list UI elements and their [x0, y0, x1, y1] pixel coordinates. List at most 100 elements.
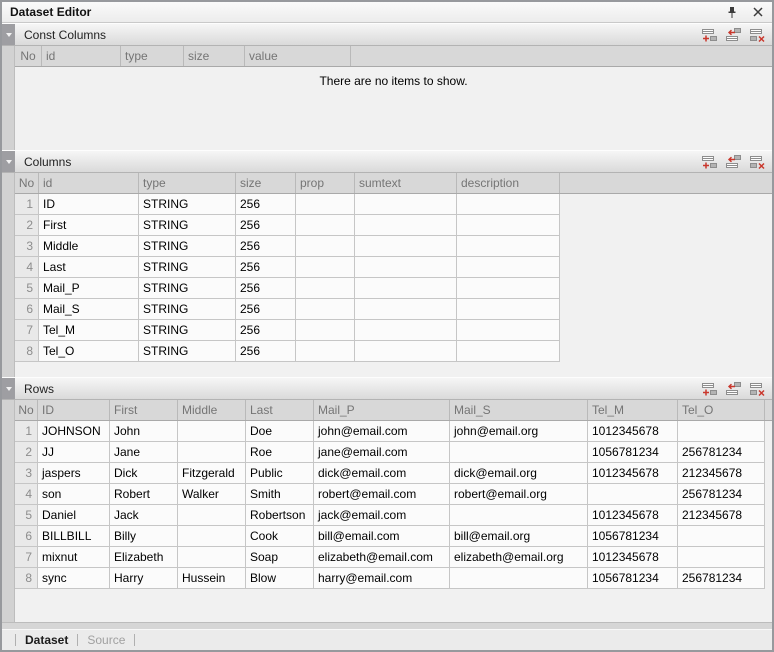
table-cell[interactable]: jaspers — [38, 463, 110, 483]
table-cell[interactable]: dick@email.com — [314, 463, 450, 483]
table-cell[interactable]: Hussein — [178, 568, 246, 588]
table-cell[interactable]: robert@email.com — [314, 484, 450, 504]
row-number-cell[interactable]: 1 — [15, 421, 38, 441]
row-number-cell[interactable]: 2 — [15, 442, 38, 462]
table-cell[interactable]: STRING — [139, 320, 236, 340]
table-cell[interactable]: elizabeth@email.com — [314, 547, 450, 567]
insert-item-icon[interactable] — [724, 26, 743, 43]
table-cell[interactable]: robert@email.org — [450, 484, 588, 504]
table-cell[interactable]: First — [39, 215, 139, 235]
table-cell[interactable] — [296, 257, 355, 277]
table-cell[interactable]: 212345678 — [678, 505, 765, 525]
table-cell[interactable]: Tel_O — [39, 341, 139, 361]
table-cell[interactable] — [457, 341, 560, 361]
column-header[interactable]: description — [457, 173, 560, 193]
table-cell[interactable] — [178, 442, 246, 462]
table-cell[interactable]: Robertson — [246, 505, 314, 525]
collapse-section-icon[interactable] — [2, 24, 15, 45]
table-cell[interactable]: John — [110, 421, 178, 441]
table-cell[interactable] — [296, 299, 355, 319]
table-cell[interactable]: son — [38, 484, 110, 504]
table-row[interactable]: 3MiddleSTRING256 — [15, 236, 560, 257]
table-cell[interactable]: 256781234 — [678, 442, 765, 462]
row-number-cell[interactable]: 5 — [15, 505, 38, 525]
table-row[interactable]: 5DanielJackRobertsonjack@email.com101234… — [15, 505, 765, 526]
column-header[interactable]: No — [15, 173, 39, 193]
table-row[interactable]: 4LastSTRING256 — [15, 257, 560, 278]
table-cell[interactable]: 1056781234 — [588, 526, 678, 546]
table-cell[interactable]: 256 — [236, 299, 296, 319]
table-cell[interactable] — [450, 505, 588, 525]
table-cell[interactable]: bill@email.com — [314, 526, 450, 546]
table-cell[interactable] — [450, 442, 588, 462]
table-cell[interactable]: Jack — [110, 505, 178, 525]
delete-item-icon[interactable] — [748, 153, 767, 170]
table-cell[interactable]: Tel_M — [39, 320, 139, 340]
column-header[interactable]: id — [42, 46, 121, 66]
tab-source[interactable]: Source — [87, 633, 125, 647]
add-item-icon[interactable] — [700, 26, 719, 43]
column-header[interactable]: Mail_P — [314, 400, 450, 420]
table-cell[interactable]: 212345678 — [678, 463, 765, 483]
table-cell[interactable]: 1056781234 — [588, 568, 678, 588]
column-header[interactable]: Tel_O — [678, 400, 765, 420]
column-header[interactable]: value — [245, 46, 351, 66]
table-row[interactable]: 8Tel_OSTRING256 — [15, 341, 560, 362]
table-cell[interactable]: Blow — [246, 568, 314, 588]
row-number-cell[interactable]: 1 — [15, 194, 39, 214]
table-cell[interactable]: Jane — [110, 442, 178, 462]
table-cell[interactable]: 256 — [236, 320, 296, 340]
table-cell[interactable]: STRING — [139, 194, 236, 214]
table-cell[interactable]: Walker — [178, 484, 246, 504]
add-item-icon[interactable] — [700, 380, 719, 397]
row-number-cell[interactable]: 2 — [15, 215, 39, 235]
table-cell[interactable]: mixnut — [38, 547, 110, 567]
row-number-cell[interactable]: 3 — [15, 463, 38, 483]
collapse-section-icon[interactable] — [2, 151, 15, 172]
table-cell[interactable] — [355, 341, 457, 361]
table-cell[interactable]: Last — [39, 257, 139, 277]
close-icon[interactable] — [750, 4, 766, 20]
table-cell[interactable] — [355, 299, 457, 319]
table-row[interactable]: 2FirstSTRING256 — [15, 215, 560, 236]
table-cell[interactable]: Fitzgerald — [178, 463, 246, 483]
row-number-cell[interactable]: 8 — [15, 568, 38, 588]
table-row[interactable]: 2JJJaneRoejane@email.com1056781234256781… — [15, 442, 765, 463]
delete-item-icon[interactable] — [748, 380, 767, 397]
table-cell[interactable]: john@email.org — [450, 421, 588, 441]
insert-item-icon[interactable] — [724, 380, 743, 397]
column-header[interactable]: Mail_S — [450, 400, 588, 420]
column-header[interactable]: id — [39, 173, 139, 193]
table-cell[interactable]: Middle — [39, 236, 139, 256]
table-cell[interactable] — [457, 236, 560, 256]
table-cell[interactable]: JOHNSON — [38, 421, 110, 441]
table-cell[interactable]: ID — [39, 194, 139, 214]
table-cell[interactable] — [296, 320, 355, 340]
table-cell[interactable] — [355, 215, 457, 235]
table-cell[interactable]: STRING — [139, 215, 236, 235]
table-cell[interactable]: sync — [38, 568, 110, 588]
table-cell[interactable] — [678, 421, 765, 441]
table-cell[interactable]: STRING — [139, 299, 236, 319]
table-cell[interactable]: 256 — [236, 341, 296, 361]
table-cell[interactable] — [355, 257, 457, 277]
table-cell[interactable]: 256 — [236, 257, 296, 277]
row-number-cell[interactable]: 7 — [15, 547, 38, 567]
collapse-section-icon[interactable] — [2, 378, 15, 399]
table-cell[interactable] — [588, 484, 678, 504]
table-cell[interactable] — [178, 505, 246, 525]
table-cell[interactable]: bill@email.org — [450, 526, 588, 546]
table-cell[interactable]: elizabeth@email.org — [450, 547, 588, 567]
table-cell[interactable]: Soap — [246, 547, 314, 567]
table-row[interactable]: 1IDSTRING256 — [15, 194, 560, 215]
columns-header[interactable]: Columns — [2, 150, 772, 173]
table-row[interactable]: 4sonRobertWalkerSmithrobert@email.comrob… — [15, 484, 765, 505]
column-header[interactable]: Tel_M — [588, 400, 678, 420]
add-item-icon[interactable] — [700, 153, 719, 170]
column-header[interactable]: Middle — [178, 400, 246, 420]
table-cell[interactable] — [457, 194, 560, 214]
table-cell[interactable]: Elizabeth — [110, 547, 178, 567]
table-cell[interactable] — [178, 421, 246, 441]
table-cell[interactable] — [355, 236, 457, 256]
table-cell[interactable] — [178, 526, 246, 546]
